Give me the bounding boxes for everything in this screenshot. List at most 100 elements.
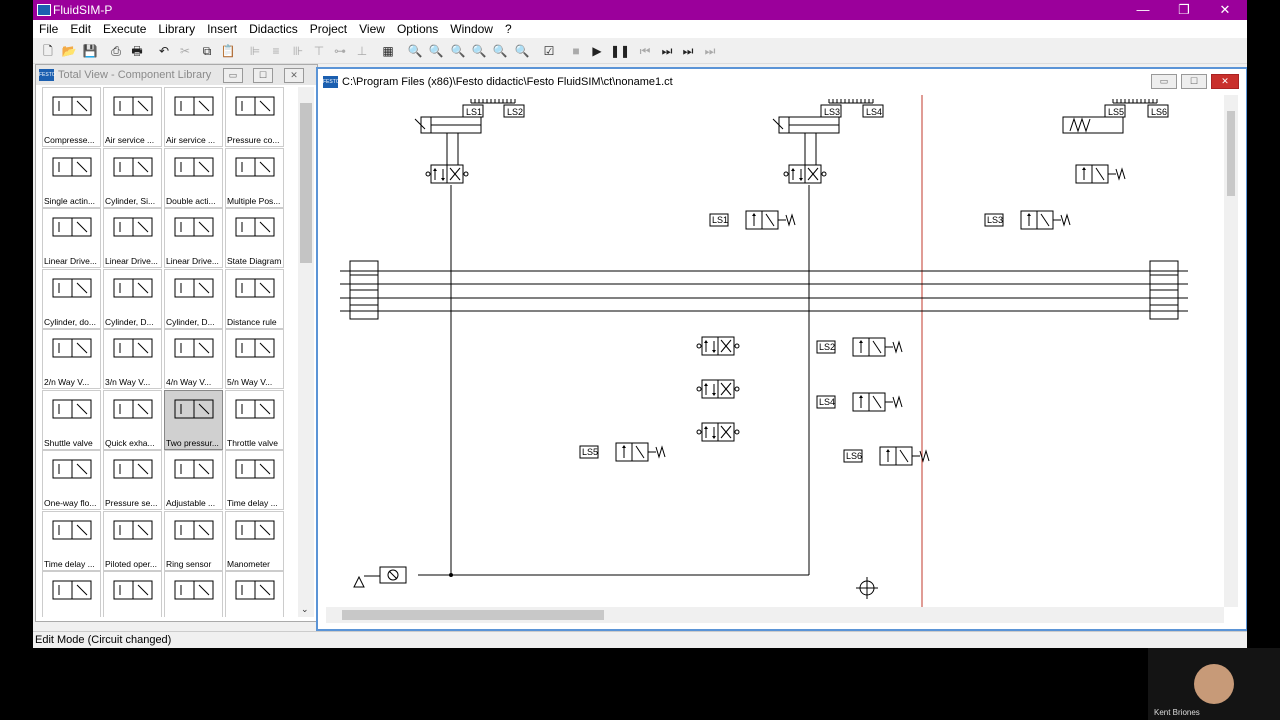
library-item[interactable] — [103, 571, 162, 617]
library-item[interactable] — [42, 571, 101, 617]
circuit-horizontal-scroll-thumb[interactable] — [342, 610, 604, 620]
limit-valve-ls1[interactable]: LS1 — [709, 210, 796, 230]
menu-library[interactable]: Library — [152, 20, 201, 38]
valve-4-2-mid-2[interactable] — [696, 379, 740, 399]
menu-insert[interactable]: Insert — [201, 20, 243, 38]
align-right-icon[interactable]: ⊪ — [289, 42, 307, 60]
limit-valve-ls5[interactable]: LS5 — [579, 442, 666, 462]
menu-didactics[interactable]: Didactics — [243, 20, 304, 38]
library-item[interactable]: Linear Drive... — [164, 208, 223, 268]
library-item[interactable]: Cylinder, D... — [164, 268, 223, 329]
paste-icon[interactable]: 📋 — [219, 42, 237, 60]
limit-valve-ls6[interactable]: LS6 — [843, 446, 930, 466]
circuit-maximize-button[interactable]: ☐ — [1181, 74, 1207, 89]
print-preview-icon[interactable]: ⎙ — [107, 42, 125, 60]
library-item[interactable]: One-way flo... — [42, 450, 101, 510]
reset-icon[interactable]: ⏮ — [636, 42, 654, 60]
shuttle-valve-stack-left[interactable] — [349, 260, 379, 320]
align-top-icon[interactable]: ⊤ — [310, 42, 328, 60]
menu-view[interactable]: View — [353, 20, 391, 38]
play-icon[interactable]: ▶ — [588, 42, 606, 60]
library-item[interactable]: Pressure co... — [225, 87, 284, 147]
shuttle-valve-stack-right[interactable] — [1149, 260, 1179, 320]
limit-valve-ls3[interactable]: LS3 — [984, 210, 1071, 230]
zoom-in-icon[interactable]: 🔍 — [491, 42, 509, 60]
library-item[interactable]: 2/n Way V... — [42, 329, 101, 389]
step-to-icon[interactable]: ⏭ — [679, 42, 697, 60]
library-item[interactable]: Cylinder, Si... — [103, 147, 162, 208]
library-item[interactable]: Adjustable ... — [164, 450, 223, 510]
circuit-vertical-scroll-thumb[interactable] — [1227, 111, 1235, 196]
library-item[interactable]: Compresse... — [42, 87, 101, 147]
undo-icon[interactable]: ↶ — [155, 42, 173, 60]
restore-button[interactable]: ❐ — [1164, 0, 1204, 20]
print-icon[interactable]: 🖶 — [128, 42, 146, 60]
valve-4-2-mid-3[interactable] — [696, 422, 740, 442]
menu-file[interactable]: File — [33, 20, 64, 38]
library-item[interactable]: Double acti... — [164, 147, 223, 208]
library-item[interactable]: Throttle valve — [225, 389, 284, 450]
menu-help[interactable]: ? — [499, 20, 518, 38]
library-item[interactable]: Linear Drive... — [42, 208, 101, 268]
library-scrollbar-thumb[interactable] — [300, 103, 312, 263]
zoom-window-icon[interactable]: 🔍 — [427, 42, 445, 60]
copy-icon[interactable]: ⧉ — [198, 42, 216, 60]
library-minimize-button[interactable]: ▭ — [223, 68, 243, 83]
library-item[interactable]: 3/n Way V... — [103, 329, 162, 389]
limit-valve-ls4[interactable]: LS4 — [816, 392, 903, 412]
menu-options[interactable]: Options — [391, 20, 444, 38]
menu-project[interactable]: Project — [304, 20, 353, 38]
library-item[interactable]: Cylinder, D... — [103, 268, 162, 329]
scroll-down-icon[interactable]: ⌄ — [301, 604, 309, 615]
cut-icon[interactable]: ✂ — [176, 42, 194, 60]
minimize-button[interactable]: — — [1123, 0, 1163, 20]
library-item[interactable]: Manometer — [225, 510, 284, 571]
save-icon[interactable]: 💾 — [81, 42, 99, 60]
fast-forward-icon[interactable]: ⏭ — [701, 42, 719, 60]
library-item[interactable]: Quick exha... — [103, 389, 162, 450]
valve-4-2-b[interactable] — [783, 133, 827, 184]
library-item[interactable] — [225, 571, 284, 617]
library-item[interactable]: Piloted oper... — [103, 510, 162, 571]
library-item[interactable]: Shuttle valve — [42, 389, 101, 450]
library-item[interactable]: Air service ... — [103, 87, 162, 147]
align-center-icon[interactable]: ≡ — [267, 42, 285, 60]
library-scrollbar[interactable]: ⌄ — [298, 87, 314, 617]
grid-icon[interactable]: ▦ — [379, 42, 397, 60]
menu-execute[interactable]: Execute — [97, 20, 152, 38]
menu-window[interactable]: Window — [444, 20, 499, 38]
library-item[interactable]: Time delay ... — [42, 510, 101, 571]
library-item[interactable]: Multiple Pos... — [225, 147, 284, 208]
compressor-symbol[interactable] — [353, 575, 380, 588]
close-button[interactable]: ✕ — [1205, 0, 1245, 20]
valve-3-2-c[interactable] — [1075, 164, 1126, 184]
library-item[interactable]: Cylinder, do... — [42, 268, 101, 329]
library-item[interactable]: 4/n Way V... — [164, 329, 223, 389]
library-item[interactable]: Air service ... — [164, 87, 223, 147]
single-step-icon[interactable]: ⏭ — [658, 42, 676, 60]
library-item[interactable]: State Diagram — [225, 208, 284, 268]
library-item[interactable]: Distance rule — [225, 268, 284, 329]
align-middle-icon[interactable]: ⊶ — [331, 42, 349, 60]
zoom-previous-icon[interactable]: 🔍 — [470, 42, 488, 60]
air-service-unit-symbol[interactable] — [379, 566, 407, 584]
open-file-icon[interactable]: 📂 — [60, 42, 78, 60]
library-item[interactable]: 5/n Way V... — [225, 329, 284, 389]
align-left-icon[interactable]: ⊫ — [246, 42, 264, 60]
library-item[interactable]: Two pressur... — [164, 389, 223, 450]
stop-icon[interactable]: ■ — [567, 42, 585, 60]
pause-icon[interactable]: ❚❚ — [610, 42, 630, 60]
library-item[interactable]: Time delay ... — [225, 450, 284, 510]
library-close-button[interactable]: ✕ — [284, 68, 304, 83]
new-file-icon[interactable]: 🗋 — [39, 42, 57, 60]
limit-valve-ls2[interactable]: LS2 — [816, 337, 903, 357]
zoom-1to1-icon[interactable]: 🔍 — [406, 42, 424, 60]
valve-4-2-a[interactable] — [425, 133, 469, 184]
library-maximize-button[interactable]: ☐ — [253, 68, 273, 83]
zoom-fit-icon[interactable]: 🔍 — [449, 42, 467, 60]
library-item[interactable]: Single actin... — [42, 147, 101, 208]
zoom-out-icon[interactable]: 🔍 — [513, 42, 531, 60]
menu-edit[interactable]: Edit — [64, 20, 97, 38]
check-drawing-icon[interactable]: ☑ — [540, 42, 558, 60]
circuit-close-button[interactable]: ✕ — [1211, 74, 1239, 89]
